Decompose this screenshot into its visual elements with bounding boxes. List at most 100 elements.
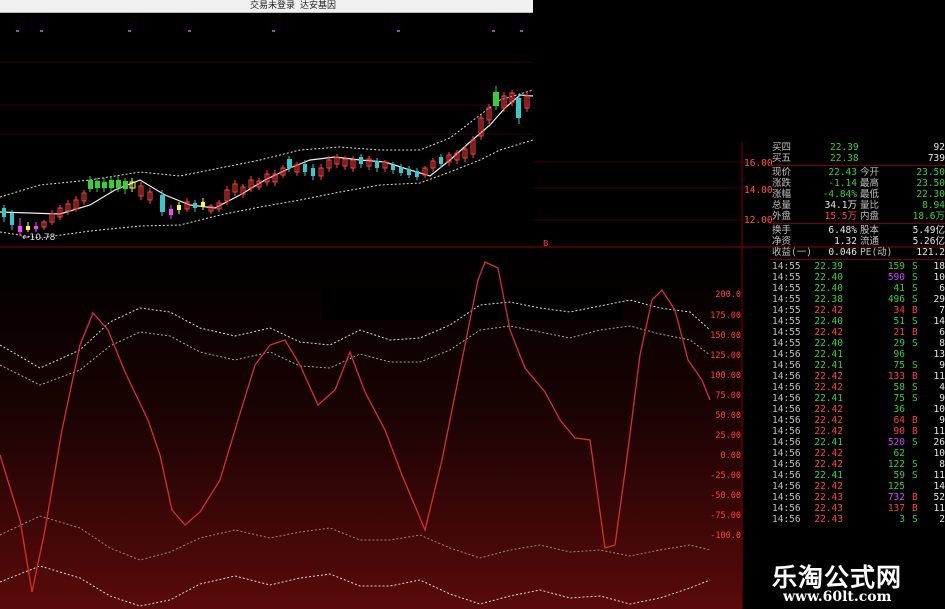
stat-row: 换手 6.48% 股本 5.49亿 bbox=[770, 225, 945, 236]
tick-side: S bbox=[912, 272, 918, 283]
tick-row[interactable]: 14:55 22.42 21 B 6 bbox=[770, 327, 945, 338]
tick-row[interactable]: 14:56 22.43 137 B 11 bbox=[770, 503, 945, 514]
stat-label: 外盘 bbox=[772, 211, 792, 222]
price-label-12: 12.00 bbox=[744, 215, 773, 226]
tick-row[interactable]: 14:56 22.42 36 10 bbox=[770, 404, 945, 415]
tick-row[interactable]: 14:56 22.42 90 B 11 bbox=[770, 426, 945, 437]
tick-volume: 58 bbox=[893, 382, 905, 393]
tick-time: 14:55 bbox=[772, 327, 801, 338]
tick-row[interactable]: 14:56 22.43 3 S 2 bbox=[770, 514, 945, 525]
stat-label: 股本 bbox=[860, 225, 880, 236]
tick-volume: 36 bbox=[893, 404, 905, 415]
tick-time: 14:56 bbox=[772, 360, 801, 371]
tick-count: 9 bbox=[939, 415, 945, 426]
stat-value: 22.43 bbox=[828, 167, 857, 178]
tick-side: B bbox=[912, 371, 918, 382]
svg-text:-100.0: -100.0 bbox=[710, 531, 741, 541]
tick-row[interactable]: 14:56 22.41 59 S 11 bbox=[770, 470, 945, 481]
tick-row[interactable]: 14:56 22.42 125 14 bbox=[770, 481, 945, 492]
tick-row[interactable]: 14:56 22.42 64 B 9 bbox=[770, 415, 945, 426]
tick-volume: 122 bbox=[887, 459, 905, 470]
tick-row[interactable]: 14:55 22.42 34 B 7 bbox=[770, 305, 945, 316]
title-bar: 交易未登录 达安基因 bbox=[0, 0, 533, 13]
stat-label: 今开 bbox=[860, 167, 880, 178]
stat-label: 流通 bbox=[860, 236, 880, 247]
tick-count: 13 bbox=[933, 349, 945, 360]
tick-row[interactable]: 14:56 22.42 122 S 8 bbox=[770, 459, 945, 470]
tick-side: S bbox=[912, 382, 918, 393]
tick-volume: 137 bbox=[887, 503, 905, 514]
stat-label: 总量 bbox=[772, 200, 792, 211]
tick-volume: 34 bbox=[893, 305, 905, 316]
tick-row[interactable]: 14:55 22.40 590 S 10 bbox=[770, 272, 945, 283]
stat-value: 8.94 bbox=[922, 200, 945, 211]
watermark: 乐淘公式网 www.60lt.com bbox=[750, 552, 945, 609]
tick-row[interactable]: 14:56 22.41 75 S 9 bbox=[770, 360, 945, 371]
tick-row[interactable]: 14:55 22.38 496 S 29 bbox=[770, 294, 945, 305]
tick-row[interactable]: 14:55 22.40 41 S 6 bbox=[770, 283, 945, 294]
tick-price: 22.42 bbox=[814, 382, 843, 393]
tick-count: 52 bbox=[933, 492, 945, 503]
tick-time: 14:56 bbox=[772, 459, 801, 470]
svg-text:50.00: 50.00 bbox=[715, 411, 741, 421]
info-bar bbox=[322, 288, 623, 320]
stat-value: 6.48% bbox=[828, 225, 857, 236]
tick-volume: 732 bbox=[887, 492, 905, 503]
svg-text:175.00: 175.00 bbox=[710, 311, 741, 321]
tick-row[interactable]: 14:56 22.41 75 S 9 bbox=[770, 393, 945, 404]
book-label: 买五 bbox=[772, 153, 792, 164]
tick-row[interactable]: 14:55 22.40 51 S 14 bbox=[770, 316, 945, 327]
tick-volume: 64 bbox=[893, 415, 905, 426]
tick-row[interactable]: 14:55 22.39 159 S 18 bbox=[770, 261, 945, 272]
book-volume: 739 bbox=[927, 153, 945, 164]
book-price: 22.38 bbox=[830, 153, 859, 164]
tick-row[interactable]: 14:56 22.43 732 B 52 bbox=[770, 492, 945, 503]
login-status[interactable]: 交易未登录 bbox=[250, 0, 295, 12]
tick-count: 6 bbox=[939, 327, 945, 338]
tick-time: 14:55 bbox=[772, 261, 801, 272]
svg-text:200.0: 200.0 bbox=[715, 290, 741, 300]
tick-volume: 90 bbox=[893, 426, 905, 437]
tick-volume: 159 bbox=[887, 261, 905, 272]
tick-price: 22.41 bbox=[814, 470, 843, 481]
tick-count: 11 bbox=[933, 426, 945, 437]
tick-side: S bbox=[912, 294, 918, 305]
stat-label: 内盘 bbox=[860, 211, 880, 222]
quote-divider bbox=[770, 223, 945, 224]
tick-side: B bbox=[912, 415, 918, 426]
tick-row[interactable]: 14:56 22.42 58 S 4 bbox=[770, 382, 945, 393]
tick-time: 14:56 bbox=[772, 393, 801, 404]
tick-row[interactable]: 14:56 22.42 133 B 11 bbox=[770, 371, 945, 382]
tick-row[interactable]: 14:56 22.41 96 13 bbox=[770, 349, 945, 360]
tick-time: 14:55 bbox=[772, 305, 801, 316]
tick-row[interactable]: 14:56 22.41 520 S 26 bbox=[770, 437, 945, 448]
tick-time: 14:56 bbox=[772, 371, 801, 382]
tick-count: 2 bbox=[939, 514, 945, 525]
order-book-row[interactable]: 买五 22.38 739 bbox=[770, 153, 945, 164]
buy-marker: B bbox=[543, 239, 549, 248]
stat-value: 0.046 bbox=[828, 247, 857, 258]
price-label-16: 16.00 bbox=[744, 158, 773, 169]
tick-row[interactable]: 14:55 22.40 29 S 8 bbox=[770, 338, 945, 349]
price-gridlines bbox=[0, 61, 770, 221]
tick-volume: 496 bbox=[887, 294, 905, 305]
stat-label: 净资 bbox=[772, 236, 792, 247]
tick-price: 22.41 bbox=[814, 360, 843, 371]
tick-count: 18 bbox=[933, 261, 945, 272]
tick-count: 9 bbox=[939, 393, 945, 404]
stat-row: 外盘 15.5万 内盘 18.6万 bbox=[770, 211, 945, 222]
tick-volume: 59 bbox=[893, 470, 905, 481]
bollinger-bands bbox=[0, 89, 534, 239]
order-book-row[interactable]: 买四 22.39 92 bbox=[770, 142, 945, 153]
tick-volume: 62 bbox=[893, 448, 905, 459]
tick-row[interactable]: 14:56 22.42 62 10 bbox=[770, 448, 945, 459]
tick-count: 7 bbox=[939, 305, 945, 316]
svg-text:100.00: 100.00 bbox=[710, 371, 741, 381]
tick-time: 14:56 bbox=[772, 349, 801, 360]
stat-row: 收益(一) 0.046 PE(动) 121.2 bbox=[770, 247, 945, 258]
tick-price: 22.42 bbox=[814, 481, 843, 492]
tick-volume: 520 bbox=[887, 437, 905, 448]
stat-row: 总量 34.1万 量比 8.94 bbox=[770, 200, 945, 211]
tick-side: S bbox=[912, 360, 918, 371]
stat-row: 涨跌 -1.14 最高 23.50 bbox=[770, 178, 945, 189]
